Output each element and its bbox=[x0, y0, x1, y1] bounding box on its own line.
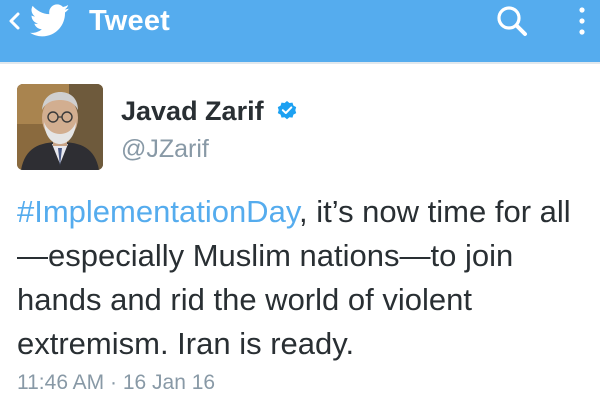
avatar[interactable] bbox=[17, 84, 103, 170]
author-handle[interactable]: @JZarif bbox=[121, 134, 209, 164]
header-divider bbox=[0, 62, 600, 64]
tweet-text: #ImplementationDay, it’s now time for al… bbox=[17, 190, 597, 366]
author-name[interactable]: Javad Zarif bbox=[121, 95, 264, 127]
app-header: Tweet bbox=[0, 0, 600, 62]
tweet-line-1: #ImplementationDay, it’s now time for al… bbox=[17, 190, 597, 234]
tweet-line-3: hands and rid the world of violent bbox=[17, 282, 472, 317]
hashtag-link[interactable]: #ImplementationDay bbox=[17, 194, 299, 229]
tweet-line-2: —especially Muslim nations—to join bbox=[17, 238, 514, 273]
twitter-bird-icon[interactable] bbox=[30, 4, 70, 38]
verified-badge-icon bbox=[277, 101, 297, 120]
search-icon[interactable] bbox=[491, 2, 535, 42]
chevron-left-icon[interactable] bbox=[6, 10, 24, 32]
page-title: Tweet bbox=[89, 5, 171, 37]
avatar-portrait bbox=[17, 84, 103, 170]
tweet-timestamp: 11:46 AM · 16 Jan 16 bbox=[17, 371, 216, 394]
tweet-line-4: extremism. Iran is ready. bbox=[17, 326, 355, 361]
tweet-detail-screen: Tweet Javad Zarif @JZarif #Implementatio… bbox=[0, 0, 600, 400]
overflow-menu-icon[interactable] bbox=[570, 2, 594, 46]
tweet-line-1-text: , it’s now time for all bbox=[299, 194, 571, 229]
